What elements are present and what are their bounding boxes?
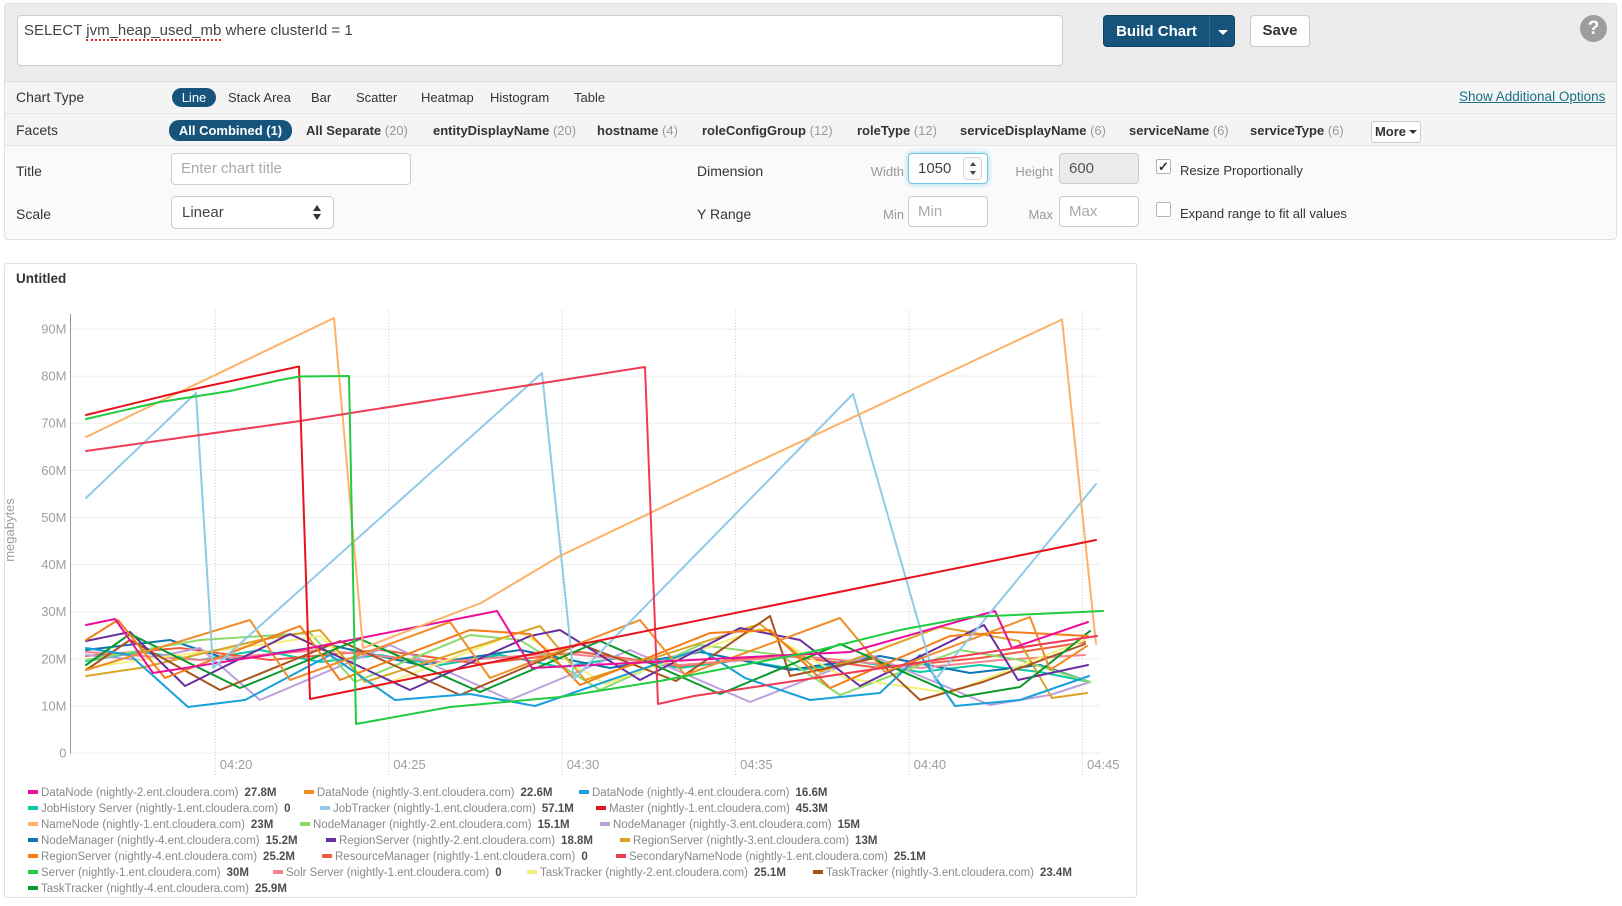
svg-text:megabytes: megabytes xyxy=(2,498,17,562)
svg-text:60M: 60M xyxy=(41,463,66,478)
svg-text:04:20: 04:20 xyxy=(220,757,253,772)
svg-text:50M: 50M xyxy=(41,510,66,525)
svg-text:90M: 90M xyxy=(41,322,66,337)
svg-text:0: 0 xyxy=(59,746,66,761)
svg-text:04:45: 04:45 xyxy=(1087,757,1120,772)
svg-text:40M: 40M xyxy=(41,557,66,572)
svg-text:30M: 30M xyxy=(41,604,66,619)
svg-text:04:30: 04:30 xyxy=(567,757,600,772)
svg-text:10M: 10M xyxy=(41,698,66,713)
svg-text:70M: 70M xyxy=(41,416,66,431)
svg-text:04:40: 04:40 xyxy=(914,757,947,772)
svg-text:04:25: 04:25 xyxy=(393,757,426,772)
svg-text:80M: 80M xyxy=(41,369,66,384)
svg-text:20M: 20M xyxy=(41,651,66,666)
svg-text:04:35: 04:35 xyxy=(740,757,773,772)
